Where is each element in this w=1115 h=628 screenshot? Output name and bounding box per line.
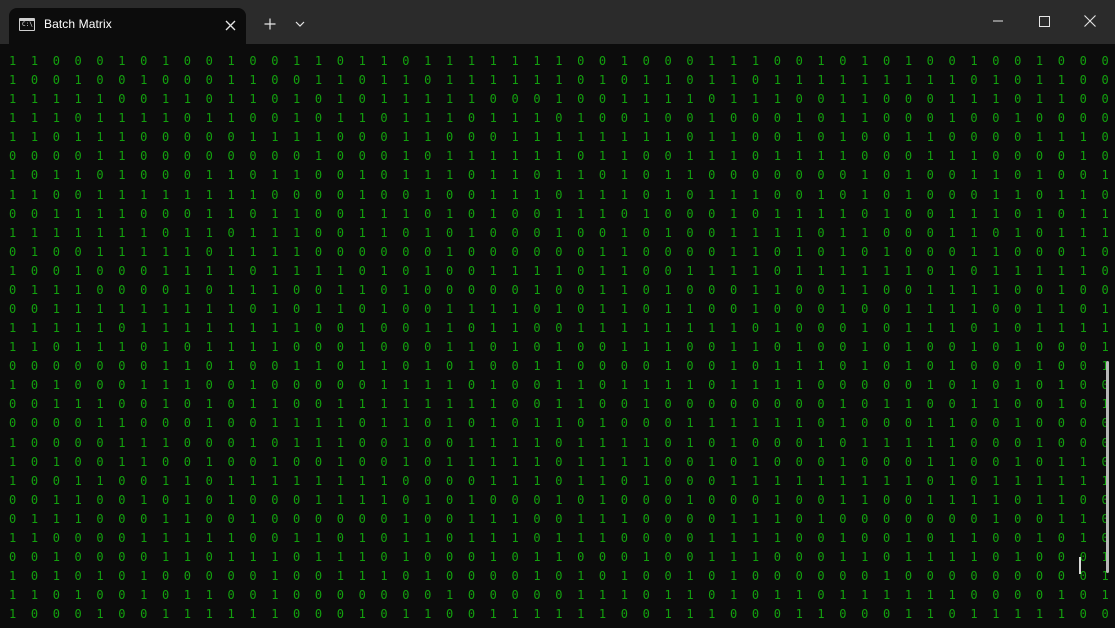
terminal-icon-glyph: C:\: [22, 21, 33, 28]
terminal-window: C:\ Batch Matrix 1 1 0 0 0 1 0 1 0 0 1 0…: [0, 0, 1115, 628]
chevron-down-icon: [295, 21, 305, 27]
tab-dropdown-button[interactable]: [289, 12, 311, 36]
terminal-icon: C:\: [19, 18, 35, 31]
plus-icon: [264, 18, 276, 30]
close-icon: [225, 20, 235, 30]
tab-title: Batch Matrix: [44, 17, 112, 31]
terminal-output-text: 1 1 0 0 0 1 0 1 0 0 1 0 0 1 1 0 1 1 0 1 …: [9, 54, 1113, 622]
minimize-button[interactable]: [975, 0, 1021, 42]
title-bar[interactable]: C:\ Batch Matrix: [0, 0, 1115, 44]
tab-batch-matrix[interactable]: C:\ Batch Matrix: [9, 8, 246, 44]
scrollbar-thumb[interactable]: [1106, 361, 1109, 573]
close-window-button[interactable]: [1067, 0, 1113, 42]
new-tab-button[interactable]: [258, 12, 282, 36]
minimize-icon: [993, 20, 1003, 22]
maximize-icon: [1038, 15, 1050, 27]
terminal-output-area[interactable]: 1 1 0 0 0 1 0 1 0 0 1 0 0 1 1 0 1 1 0 1 …: [0, 44, 1115, 628]
text-cursor: [1079, 557, 1081, 574]
close-icon: [1084, 15, 1096, 27]
tab-close-button[interactable]: [219, 14, 241, 36]
maximize-button[interactable]: [1021, 0, 1067, 42]
